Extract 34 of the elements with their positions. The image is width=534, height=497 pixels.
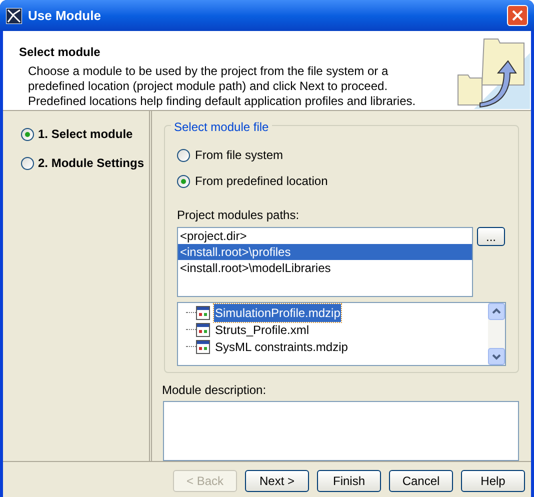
scrollbar[interactable] [488, 303, 505, 365]
radio-button[interactable] [21, 128, 34, 140]
dialog-button[interactable]: Help [461, 470, 525, 492]
radio-button[interactable] [177, 174, 190, 188]
app-icon [6, 8, 22, 24]
dialog-button[interactable]: Cancel [389, 470, 453, 492]
radio-button[interactable] [177, 148, 190, 162]
close-button[interactable] [507, 5, 528, 26]
path-item[interactable]: <install.root>\modelLibraries [178, 260, 472, 276]
file-item[interactable]: Struts_Profile.xml [214, 320, 310, 338]
radio-label: From file system [195, 147, 284, 164]
file-icon [196, 322, 210, 336]
scroll-down-icon[interactable] [488, 348, 505, 365]
browse-button[interactable]: ... [477, 227, 505, 246]
header-title: Select module [19, 44, 102, 61]
path-item[interactable]: <install.root>\profiles [178, 244, 472, 260]
paths-label: Project modules paths: [177, 207, 300, 224]
dialog-button[interactable]: Finish [317, 470, 381, 492]
radio-button[interactable] [21, 156, 34, 170]
path-item[interactable]: <project.dir> [178, 228, 472, 244]
file-item[interactable]: SimulationProfile.mdzip [214, 304, 342, 322]
header-description: Choose a module to be used by the project from the file system or a predefined location (project module path) and click Next to proceed. Predefined locations help finding default application profiles and libraries. [27, 64, 417, 109]
description-field[interactable] [163, 401, 519, 461]
dialog-button[interactable]: Next > [245, 470, 309, 492]
close-icon [512, 10, 523, 21]
description-label: Module description: [162, 382, 268, 399]
file-icon [196, 340, 210, 354]
file-icon [196, 306, 210, 320]
window-title: Use Module [28, 6, 102, 25]
scroll-up-icon[interactable] [488, 303, 505, 320]
file-item[interactable]: SysML constraints.mdzip [214, 338, 349, 356]
step-label: 2. Module Settings [38, 155, 144, 172]
step-label: 1. Select module [38, 126, 133, 143]
radio-label: From predefined location [195, 173, 328, 190]
